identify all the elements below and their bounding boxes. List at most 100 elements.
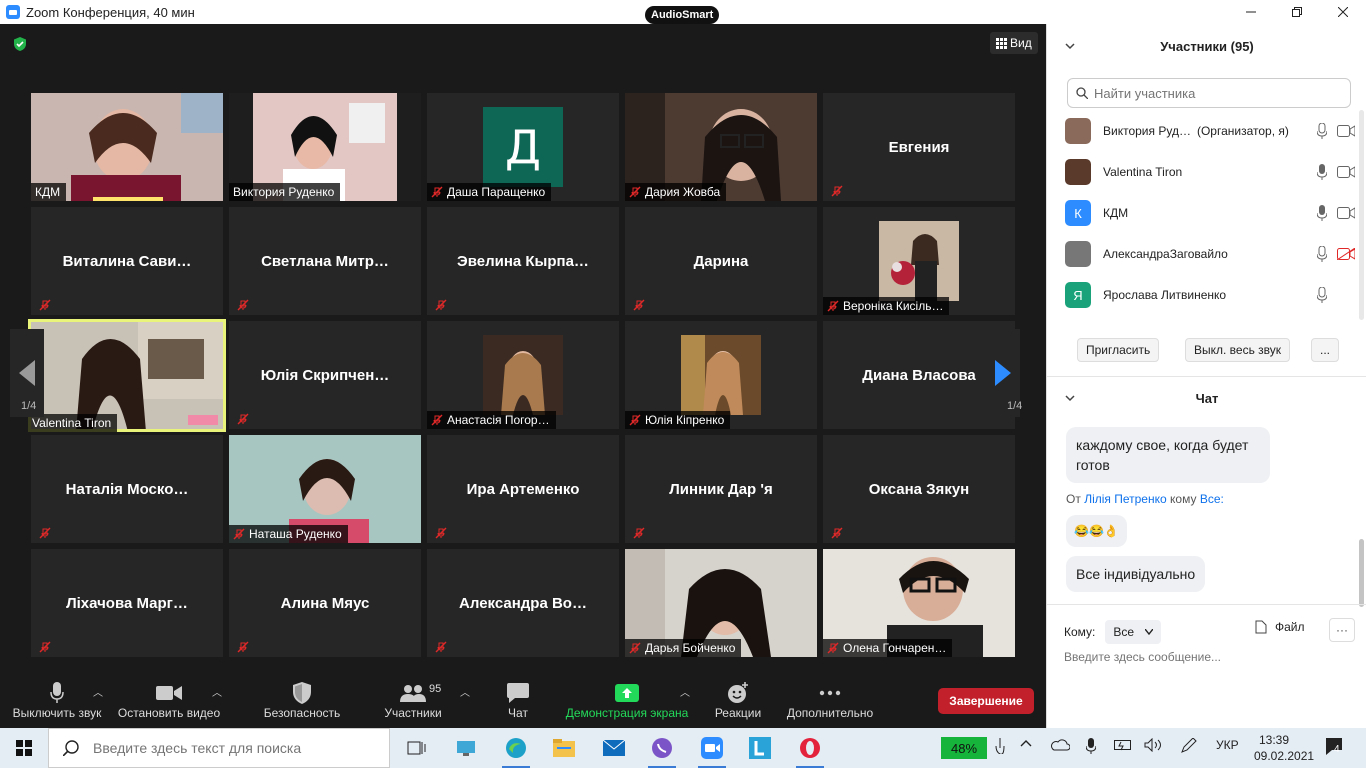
taskbar-search[interactable] xyxy=(48,728,390,768)
video-tile[interactable]: Дарья Бойченко xyxy=(625,549,817,657)
zoom-app-icon[interactable] xyxy=(698,734,726,768)
clock[interactable]: 13:39 09.02.2021 xyxy=(1254,732,1314,764)
video-tile[interactable]: Олена Гончарен… xyxy=(823,549,1015,657)
participants-options-caret[interactable]: ︿ xyxy=(460,684,470,699)
chevron-down-icon[interactable] xyxy=(1065,393,1075,403)
chevron-down-icon[interactable] xyxy=(1065,41,1075,51)
task-view-icon[interactable] xyxy=(402,734,430,762)
windows-start-icon[interactable] xyxy=(16,740,32,756)
participant-search-input[interactable] xyxy=(1094,85,1334,101)
video-tile[interactable]: Оксана Зякун xyxy=(823,435,1015,543)
invite-button[interactable]: Пригласить xyxy=(1077,338,1160,362)
participant-row[interactable]: АлександраЗаговайло xyxy=(1065,234,1355,274)
chat-more-button[interactable]: ··· xyxy=(1329,618,1355,642)
video-tile[interactable]: Юлія Скрипчен… xyxy=(229,321,421,429)
close-button[interactable] xyxy=(1320,0,1366,24)
participant-row[interactable]: Виктория Руд… (Организатор, я) xyxy=(1065,111,1355,151)
video-tile[interactable]: Наталія Моско… xyxy=(31,435,223,543)
participants-more-button[interactable]: ... xyxy=(1311,338,1340,362)
end-meeting-button[interactable]: Завершение xyxy=(938,688,1034,714)
video-tile[interactable]: Алина Мяус xyxy=(229,549,421,657)
meeting-toolbar: Выключить звук ︿ Остановить видео ︿ Безо… xyxy=(0,672,1046,728)
chevron-up-icon[interactable] xyxy=(1020,738,1032,753)
video-tile[interactable]: Дарина xyxy=(625,207,817,315)
microphone-icon[interactable] xyxy=(1085,738,1097,757)
muted-mic-icon xyxy=(435,299,447,311)
viber-icon[interactable] xyxy=(648,734,676,768)
edge-browser-icon[interactable] xyxy=(502,734,530,768)
battery-indicator[interactable]: 48% xyxy=(941,737,987,759)
onedrive-icon[interactable] xyxy=(1050,738,1071,755)
desktop-app-icon[interactable] xyxy=(454,734,482,762)
taskbar-search-input[interactable] xyxy=(93,740,383,756)
video-tile[interactable]: Виталина Сави… xyxy=(31,207,223,315)
volume-icon[interactable] xyxy=(1144,737,1164,755)
video-tile[interactable]: Юлія Кіпренко xyxy=(625,321,817,429)
reactions-button[interactable]: Реакции xyxy=(710,680,766,720)
file-explorer-icon[interactable] xyxy=(550,734,578,762)
video-tile[interactable]: Вероніка Кисіль… xyxy=(823,207,1015,315)
video-tile[interactable]: Дария Жовба xyxy=(625,93,817,201)
participant-photo xyxy=(879,221,959,301)
video-tile[interactable]: Евгения xyxy=(823,93,1015,201)
audiosmart-badge[interactable]: AudioSmart xyxy=(645,6,720,24)
video-tile[interactable]: Александра Во… xyxy=(427,549,619,657)
video-tile[interactable]: Светлана Митр… xyxy=(229,207,421,315)
chat-message-input[interactable] xyxy=(1064,650,1354,664)
participant-name: Дарина xyxy=(693,252,749,270)
recipient-select[interactable]: Все xyxy=(1105,620,1162,644)
more-options-button[interactable]: Дополнительно xyxy=(782,680,878,720)
video-tile[interactable]: Наташа Руденко xyxy=(229,435,421,543)
video-tile[interactable]: Эвелина Кырпа… xyxy=(427,207,619,315)
participant-name-label: Дария Жовба xyxy=(625,183,727,201)
participants-scrollbar[interactable] xyxy=(1359,110,1364,320)
chat-button[interactable]: Чат xyxy=(498,680,538,720)
mute-button[interactable]: Выключить звук xyxy=(10,680,104,720)
video-options-caret[interactable]: ︿ xyxy=(212,684,222,699)
participant-name: Евгения xyxy=(888,138,950,156)
avatar xyxy=(1065,241,1091,267)
touch-icon[interactable] xyxy=(994,738,1006,757)
video-tile[interactable]: Линник Дар 'я xyxy=(625,435,817,543)
encryption-shield-icon[interactable] xyxy=(12,36,28,52)
pen-icon[interactable] xyxy=(1180,737,1198,757)
stop-video-button[interactable]: Остановить видео xyxy=(116,680,222,720)
participant-name-label: Анастасія Погор… xyxy=(427,411,556,429)
share-options-caret[interactable]: ︿ xyxy=(680,684,690,699)
video-tile[interactable]: Анастасія Погор… xyxy=(427,321,619,429)
avatar: К xyxy=(1065,200,1091,226)
notifications-icon[interactable]: 4 xyxy=(1324,736,1346,761)
shield-icon xyxy=(293,682,311,704)
chat-scrollbar[interactable] xyxy=(1359,539,1364,607)
participant-name-label: Наташа Руденко xyxy=(229,525,348,543)
file-button[interactable]: Файл xyxy=(1255,620,1305,634)
video-tile-active-speaker[interactable]: Valentina Tiron xyxy=(28,319,226,432)
participant-row[interactable]: Valentina Tiron xyxy=(1065,152,1355,192)
share-screen-button[interactable]: Демонстрация экрана xyxy=(562,680,692,720)
microphone-icon xyxy=(1317,205,1327,221)
security-button[interactable]: Безопасность xyxy=(262,680,342,720)
video-tile[interactable]: КДМ xyxy=(31,93,223,201)
view-button[interactable]: Вид xyxy=(990,32,1038,54)
search-icon xyxy=(63,740,79,756)
audio-options-caret[interactable]: ︿ xyxy=(93,684,103,699)
chat-message: Все індивідуально xyxy=(1066,556,1206,592)
minimize-button[interactable] xyxy=(1228,0,1274,24)
opera-browser-icon[interactable] xyxy=(796,734,824,768)
language-indicator[interactable]: УКР xyxy=(1216,738,1239,752)
participant-row[interactable]: К КДМ xyxy=(1065,193,1355,233)
video-tile[interactable]: Ліхачова Марг… xyxy=(31,549,223,657)
mail-icon[interactable] xyxy=(600,734,628,762)
video-tile[interactable]: Виктория Руденко xyxy=(229,93,421,201)
video-tile[interactable]: Д Даша Паращенко xyxy=(427,93,619,201)
mute-all-button[interactable]: Выкл. весь звук xyxy=(1185,338,1291,362)
l-app-icon[interactable] xyxy=(746,734,774,762)
restore-button[interactable] xyxy=(1274,0,1320,24)
participant-row[interactable]: Я Ярослава Литвиненко xyxy=(1065,275,1355,315)
video-tile[interactable]: Ира Артеменко xyxy=(427,435,619,543)
participant-search[interactable] xyxy=(1067,78,1351,108)
page-indicator-right: 1/4 xyxy=(1007,400,1023,412)
microphone-icon xyxy=(1317,164,1327,180)
power-icon[interactable] xyxy=(1114,738,1134,755)
close-icon xyxy=(1338,7,1348,17)
